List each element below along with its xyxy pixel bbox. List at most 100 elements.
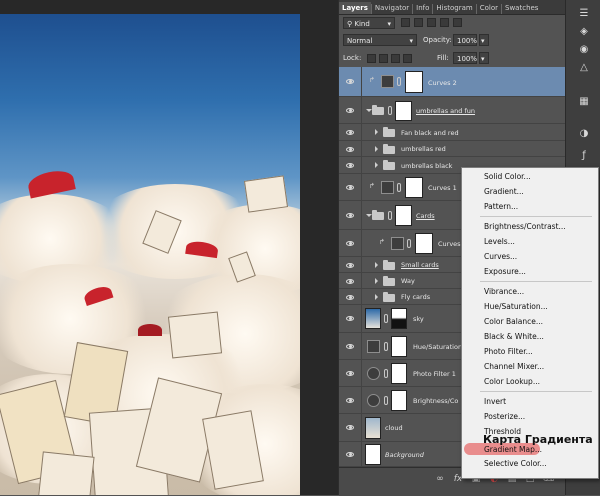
layer-mask-thumbnail[interactable]: [415, 233, 433, 254]
fill-input[interactable]: 100%: [453, 52, 477, 64]
layer-name[interactable]: sky: [413, 315, 424, 323]
layer-mask-thumbnail[interactable]: [391, 336, 407, 357]
visibility-eye-icon[interactable]: [345, 107, 355, 114]
layer-thumbnail[interactable]: [365, 444, 381, 465]
layer-group-umbrellas-and-fun[interactable]: umbrellas and fun: [339, 97, 565, 124]
visibility-eye-icon[interactable]: [345, 315, 355, 322]
tab-navigator[interactable]: Navigator: [372, 2, 412, 14]
layer-mask-thumbnail[interactable]: [405, 71, 423, 93]
menu-item-color-balance[interactable]: Color Balance...: [484, 317, 543, 326]
layer-name[interactable]: Cards: [416, 212, 435, 220]
menu-item-color-lookup[interactable]: Color Lookup...: [484, 377, 540, 386]
group-mask-thumbnail[interactable]: [395, 101, 412, 121]
link-icon[interactable]: ∞: [433, 474, 447, 484]
menu-item-invert[interactable]: Invert: [484, 397, 506, 406]
fill-dropdown-icon[interactable]: ▾: [479, 52, 489, 64]
expand-arrow-icon[interactable]: [375, 278, 378, 284]
lock-transparency-icon[interactable]: [367, 54, 376, 63]
tab-color[interactable]: Color: [477, 2, 501, 14]
menu-item-exposure[interactable]: Exposure...: [484, 267, 526, 276]
visibility-eye-icon[interactable]: [345, 146, 355, 153]
filter-pixel-icon[interactable]: [401, 18, 410, 27]
layer-name[interactable]: umbrellas black: [401, 162, 452, 170]
menu-item-hue-saturation[interactable]: Hue/Saturation...: [484, 302, 548, 311]
layer-name[interactable]: Background: [385, 451, 424, 459]
layer-curves-2[interactable]: ↱ Curves 2: [339, 67, 565, 97]
expand-arrow-icon[interactable]: [375, 262, 378, 268]
visibility-eye-icon[interactable]: [345, 370, 355, 377]
layer-mask-thumbnail[interactable]: [391, 390, 407, 411]
menu-item-channel-mixer[interactable]: Channel Mixer...: [484, 362, 544, 371]
chain-link-icon[interactable]: [388, 211, 392, 220]
expand-arrow-icon[interactable]: [375, 294, 378, 300]
chain-link-icon[interactable]: [397, 183, 401, 192]
document-canvas[interactable]: [0, 0, 338, 495]
chain-link-icon[interactable]: [407, 239, 411, 248]
visibility-eye-icon[interactable]: [345, 343, 355, 350]
channels-icon[interactable]: ◉: [578, 44, 590, 56]
chain-link-icon[interactable]: [384, 342, 388, 351]
lock-move-icon[interactable]: [391, 54, 400, 63]
visibility-eye-icon[interactable]: [345, 451, 355, 458]
menu-item-gradient-map[interactable]: Gradient Map...: [484, 445, 542, 454]
expand-arrow-icon[interactable]: [375, 162, 378, 168]
visibility-eye-icon[interactable]: [345, 240, 355, 247]
layer-name[interactable]: Fly cards: [401, 293, 430, 301]
layer-name[interactable]: umbrellas and fun: [416, 107, 475, 115]
layer-name[interactable]: Photo Filter 1: [413, 370, 456, 378]
visibility-eye-icon[interactable]: [345, 424, 355, 431]
visibility-eye-icon[interactable]: [345, 78, 355, 85]
chain-link-icon[interactable]: [397, 77, 401, 86]
expand-arrow-icon[interactable]: [375, 146, 378, 152]
layer-thumbnail[interactable]: [365, 417, 381, 439]
layer-name[interactable]: umbrellas red: [401, 145, 446, 153]
chain-link-icon[interactable]: [384, 369, 388, 378]
menu-item-brightness-contrast[interactable]: Brightness/Contrast...: [484, 222, 566, 231]
layer-name[interactable]: cloud: [385, 424, 403, 432]
styles-icon[interactable]: ƒ: [578, 150, 590, 162]
filter-kind-select[interactable]: ⚲ Kind ▾: [343, 17, 395, 29]
blend-mode-select[interactable]: Normal ▾: [343, 34, 417, 46]
menu-item-photo-filter[interactable]: Photo Filter...: [484, 347, 533, 356]
group-mask-thumbnail[interactable]: [395, 205, 412, 226]
visibility-eye-icon[interactable]: [345, 294, 355, 301]
layer-name[interactable]: Fan black and red: [401, 129, 459, 137]
visibility-eye-icon[interactable]: [345, 262, 355, 269]
menu-item-selective-color[interactable]: Selective Color...: [484, 459, 547, 468]
menu-item-levels[interactable]: Levels...: [484, 237, 515, 246]
chain-link-icon[interactable]: [384, 396, 388, 405]
opacity-dropdown-icon[interactable]: ▾: [479, 34, 489, 46]
filter-adjustment-icon[interactable]: [414, 18, 423, 27]
layer-name[interactable]: Brightness/Co: [413, 397, 458, 405]
layer-name[interactable]: Hue/Saturation: [413, 343, 462, 351]
character-icon[interactable]: ▦: [578, 96, 590, 108]
visibility-eye-icon[interactable]: [345, 129, 355, 136]
menu-item-black-white[interactable]: Black & White...: [484, 332, 544, 341]
lock-brush-icon[interactable]: [379, 54, 388, 63]
visibility-eye-icon[interactable]: [345, 212, 355, 219]
tab-info[interactable]: Info: [413, 2, 432, 14]
layer-thumbnail[interactable]: [365, 308, 381, 329]
tab-layers[interactable]: Layers: [339, 2, 371, 14]
opacity-input[interactable]: 100%: [453, 34, 477, 46]
layer-name[interactable]: Curves 1: [428, 184, 457, 192]
layer-name[interactable]: Curves 2: [428, 79, 457, 87]
lock-all-icon[interactable]: [403, 54, 412, 63]
menu-item-solid-color[interactable]: Solid Color...: [484, 172, 531, 181]
filter-type-icon[interactable]: [427, 18, 436, 27]
layer-group-umbrellas-red[interactable]: umbrellas red: [339, 141, 565, 157]
layer-mask-thumbnail[interactable]: [405, 177, 423, 198]
history-icon[interactable]: ☰: [578, 8, 590, 20]
layer-name[interactable]: Way: [401, 277, 415, 285]
layer-group-fan-black-and-red[interactable]: Fan black and red: [339, 124, 565, 141]
layer-mask-thumbnail[interactable]: [391, 308, 407, 329]
expand-arrow-icon[interactable]: [375, 129, 378, 135]
chain-link-icon[interactable]: [388, 106, 392, 115]
menu-item-curves[interactable]: Curves...: [484, 252, 517, 261]
menu-item-vibrance[interactable]: Vibrance...: [484, 287, 524, 296]
tab-histogram[interactable]: Histogram: [433, 2, 475, 14]
tab-swatches[interactable]: Swatches: [502, 2, 541, 14]
visibility-eye-icon[interactable]: [345, 162, 355, 169]
chain-link-icon[interactable]: [384, 314, 388, 323]
menu-item-pattern[interactable]: Pattern...: [484, 202, 518, 211]
